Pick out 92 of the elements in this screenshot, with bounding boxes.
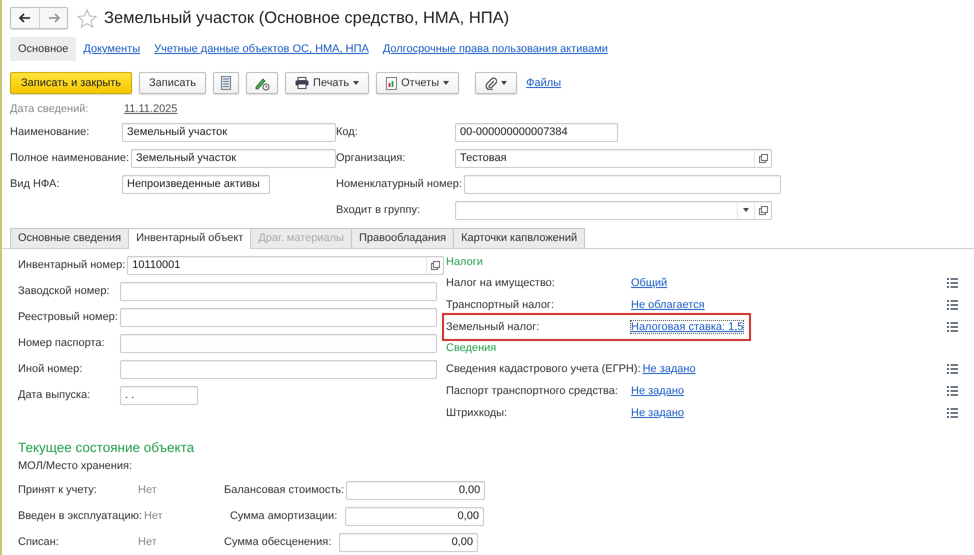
field-label: Вид НФА:	[10, 178, 60, 190]
tab[interactable]: Основные сведения	[10, 228, 130, 248]
field-label: Полное наименование:	[10, 152, 130, 164]
input-field[interactable]	[120, 334, 437, 352]
value-link[interactable]: Не облагается	[631, 299, 705, 311]
field-label: Номенклатурный номер:	[336, 178, 463, 190]
date-link[interactable]: 11.11.2025	[124, 103, 178, 115]
list-icon[interactable]	[947, 364, 958, 374]
field-label: Заводской номер:	[18, 285, 111, 297]
field-label: Сумма обесценения:	[224, 536, 332, 548]
back-button[interactable]	[11, 8, 39, 28]
reports-button[interactable]: Отчеты	[376, 72, 460, 94]
printer-icon	[295, 77, 310, 89]
caret-icon	[353, 81, 360, 85]
print-button[interactable]: Печать	[285, 72, 370, 94]
section-link[interactable]: Основное	[10, 37, 76, 61]
input-field[interactable]: Земельный участок	[131, 148, 336, 168]
section-link[interactable]: Учетные данные объектов ОС, НМА, НПА	[147, 37, 376, 61]
caret-icon	[443, 81, 450, 85]
files-link[interactable]: Файлы	[526, 77, 562, 89]
input-field[interactable]: Тестовая	[455, 148, 772, 168]
input-field[interactable]	[120, 360, 437, 378]
tab[interactable]: Инвентарный объект	[128, 228, 252, 249]
field-label: Списан:	[18, 536, 60, 548]
open-icon[interactable]	[754, 150, 771, 166]
status-value: Нет	[138, 536, 158, 548]
field-label: МОЛ/Место хранения:	[18, 459, 134, 474]
caret-icon	[501, 81, 508, 85]
value-link[interactable]: Общий	[631, 277, 668, 289]
field-label: Реестровый номер:	[18, 311, 119, 323]
field-label: Входит в группу:	[336, 204, 421, 216]
field-label: Принят к учету:	[18, 484, 98, 496]
window-title: Земельный участок (Основное средство, НМА, НПА)	[104, 8, 510, 28]
list-icon[interactable]	[947, 278, 958, 288]
section-link[interactable]: Документы	[76, 37, 148, 61]
value-link[interactable]: Не задано	[631, 407, 684, 419]
open-icon[interactable]	[754, 202, 771, 218]
section-heading: Текущее состояние объекта	[18, 440, 196, 457]
input-field[interactable]	[120, 282, 437, 300]
save-button[interactable]: Записать	[139, 72, 206, 94]
paperclip-icon	[485, 76, 498, 90]
field-label: Наименование:	[10, 126, 90, 138]
input-field[interactable]	[464, 174, 781, 194]
list-icon[interactable]	[947, 408, 958, 418]
field-label: Введен в эксплуатацию:	[18, 510, 143, 522]
forward-arrow-icon	[48, 13, 60, 23]
field-label: Земельный налог:	[446, 321, 540, 333]
status-value: Нет	[138, 484, 158, 496]
tab[interactable]: Правообладания	[350, 228, 454, 248]
report-icon	[386, 76, 398, 90]
value-link[interactable]: Не задано	[642, 363, 696, 375]
input-field[interactable]: 00-000000000007384	[455, 122, 618, 142]
field-label: Транспортный налог:	[446, 299, 556, 311]
field-label: Код:	[336, 126, 359, 138]
field-label: Иной номер:	[18, 363, 84, 375]
document-icon	[221, 76, 232, 90]
pen-button[interactable]	[246, 72, 278, 94]
field-label: Балансовая стоимость:	[224, 484, 346, 496]
amount-field[interactable]: 0,00	[339, 532, 478, 552]
field-label: Паспорт транспортного средства:	[446, 385, 619, 397]
section-heading: Сведения	[446, 341, 498, 356]
amount-field[interactable]: 0,00	[344, 506, 484, 526]
list-icon[interactable]	[947, 386, 958, 396]
save-and-close-button[interactable]: Записать и закрыть	[10, 72, 132, 94]
input-field[interactable]: . .	[120, 386, 198, 404]
value-link[interactable]: Не задано	[631, 385, 684, 397]
status-value: Нет	[144, 510, 164, 522]
tab[interactable]: Карточки капвложений	[453, 228, 586, 248]
field-label: Сумма амортизации:	[230, 510, 338, 522]
input-field[interactable]	[455, 200, 772, 220]
field-label: Сведения кадастрового учета (ЕГРН):	[446, 363, 642, 375]
input-field[interactable]: Непроизведенные активы	[122, 174, 270, 194]
input-field[interactable]	[120, 308, 437, 326]
amount-field[interactable]: 0,00	[346, 480, 486, 500]
star-icon[interactable]	[77, 8, 97, 28]
section-heading: Налоги	[446, 255, 484, 270]
list-icon[interactable]	[947, 322, 958, 332]
section-link[interactable]: Долгосрочные права пользования активами	[376, 37, 615, 61]
value-link[interactable]: Налоговая ставка: 1,5	[631, 321, 744, 333]
paperclip-button[interactable]	[475, 72, 518, 94]
input-field[interactable]: 10110001	[127, 256, 444, 274]
field-label: Дата выпуска:	[18, 389, 92, 401]
field-label: Организация:	[336, 152, 406, 164]
back-arrow-icon	[19, 13, 31, 23]
field-label: Штрихкоды:	[446, 407, 508, 419]
field-label: Номер паспорта:	[18, 337, 106, 349]
field-label: Налог на имущество:	[446, 277, 556, 289]
input-field[interactable]: Земельный участок	[122, 122, 336, 142]
list-icon[interactable]	[947, 300, 958, 310]
pen-clock-icon	[254, 76, 270, 90]
field-label: Дата сведений:	[10, 103, 90, 115]
field-label: Инвентарный номер:	[18, 259, 126, 271]
